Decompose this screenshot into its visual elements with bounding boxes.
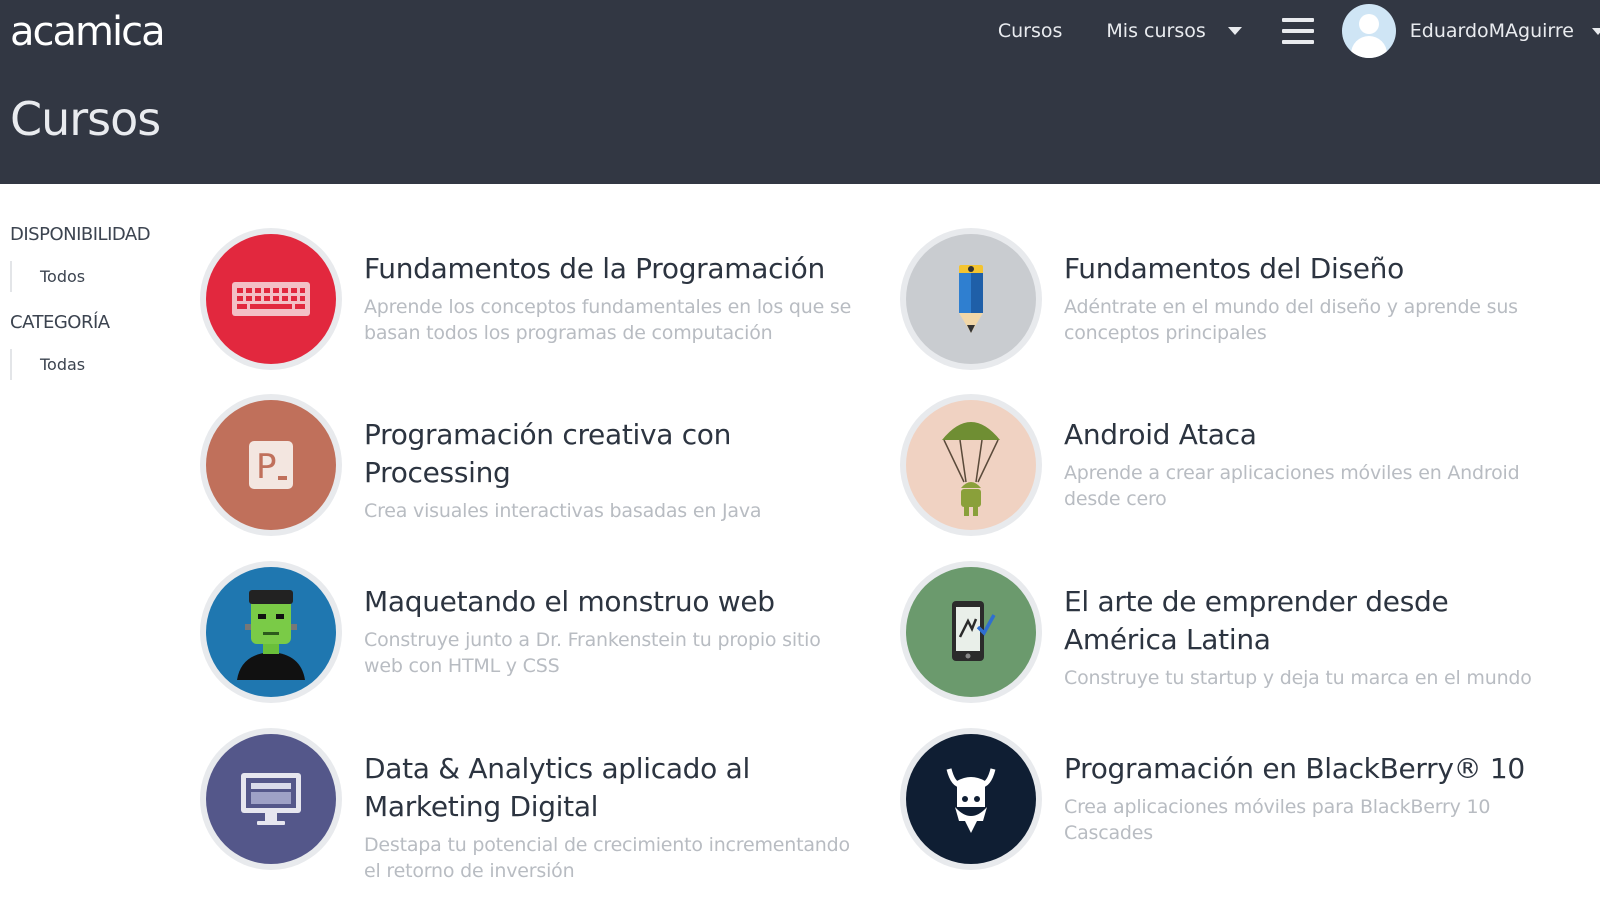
mis-cursos-dropdown[interactable]: Mis cursos	[1106, 20, 1242, 42]
svg-text:P: P	[256, 447, 277, 487]
availability-heading: DISPONIBILIDAD	[10, 224, 151, 245]
course-title[interactable]: Programación en BlackBerry® 10	[1064, 750, 1564, 788]
top-nav: Cursos Mis cursos EduardoMAguirre	[998, 0, 1600, 62]
top-header: acamica Cursos Mis cursos EduardoMAguirr…	[0, 0, 1600, 184]
course-title[interactable]: Fundamentos del Diseño	[1064, 250, 1564, 288]
mis-cursos-label: Mis cursos	[1106, 20, 1206, 42]
viking-icon	[906, 734, 1036, 864]
course-card[interactable]: P Programación creativa con Processing C…	[200, 394, 900, 544]
course-card[interactable]: Fundamentos de la Programación Aprende l…	[200, 228, 900, 378]
filters-sidebar: DISPONIBILIDAD Todos CATEGORÍA Todas	[10, 224, 190, 400]
course-card[interactable]: Programación en BlackBerry® 10 Crea apli…	[900, 728, 1600, 878]
category-option-todas[interactable]: Todas	[40, 355, 190, 374]
android-parachute-icon	[906, 400, 1036, 530]
course-title[interactable]: El arte de emprender desde América Latin…	[1064, 583, 1564, 659]
availability-option-todos[interactable]: Todos	[40, 267, 190, 286]
nav-cursos-link[interactable]: Cursos	[998, 20, 1063, 42]
course-description: Adéntrate en el mundo del diseño y apren…	[1064, 296, 1518, 344]
course-title[interactable]: Data & Analytics aplicado al Marketing D…	[364, 750, 864, 826]
phone-icon	[906, 567, 1036, 697]
course-card[interactable]: Data & Analytics aplicado al Marketing D…	[200, 728, 900, 882]
avatar	[1341, 4, 1396, 58]
course-description: Construye junto a Dr. Frankenstein tu pr…	[364, 629, 821, 677]
pencil-icon	[906, 234, 1036, 364]
menu-icon[interactable]	[1281, 18, 1314, 44]
course-description: Aprende a crear aplicaciones móviles en …	[1064, 462, 1520, 510]
course-title[interactable]: Fundamentos de la Programación	[364, 250, 864, 288]
course-description: Destapa tu potencial de crecimiento incr…	[364, 834, 850, 882]
course-card[interactable]: Maquetando el monstruo web Construye jun…	[200, 561, 900, 711]
frankenstein-icon	[206, 567, 336, 697]
monitor-icon	[206, 734, 336, 864]
acamica-logo[interactable]: acamica	[10, 10, 166, 54]
course-title[interactable]: Maquetando el monstruo web	[364, 583, 864, 621]
course-description: Crea aplicaciones móviles para BlackBerr…	[1064, 796, 1491, 844]
chevron-down-icon	[1592, 27, 1600, 35]
course-title[interactable]: Programación creativa con Processing	[364, 416, 864, 492]
category-filter: Todas	[10, 349, 190, 380]
course-title[interactable]: Android Ataca	[1064, 416, 1564, 454]
course-description: Aprende los conceptos fundamentales en l…	[364, 296, 852, 344]
availability-filter: Todos	[10, 261, 190, 292]
category-heading: CATEGORÍA	[10, 312, 110, 333]
course-description: Construye tu startup y deja tu marca en …	[1064, 667, 1532, 689]
page-title: Cursos	[10, 92, 161, 146]
course-card[interactable]: Fundamentos del Diseño Adéntrate en el m…	[900, 228, 1600, 378]
keyboard-icon	[206, 234, 336, 364]
course-description: Crea visuales interactivas basadas en Ja…	[364, 500, 762, 522]
user-name: EduardoMAguirre	[1409, 20, 1574, 42]
user-menu[interactable]: EduardoMAguirre	[1341, 4, 1600, 58]
processing-icon: P	[206, 400, 336, 530]
chevron-down-icon	[1227, 27, 1242, 35]
course-card[interactable]: El arte de emprender desde América Latin…	[900, 561, 1600, 711]
course-card[interactable]: Android Ataca Aprende a crear aplicacion…	[900, 394, 1600, 544]
